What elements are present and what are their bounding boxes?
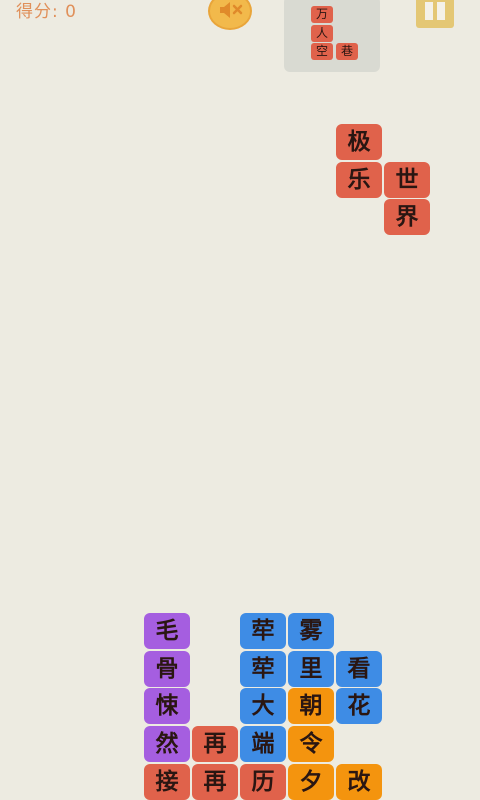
stack-block: 荦 — [240, 651, 286, 687]
stack-block: 夕 — [288, 764, 334, 800]
stack-block: 再 — [192, 726, 238, 762]
stack-block: 再 — [192, 764, 238, 800]
stack-block: 骨 — [144, 651, 190, 687]
stack-block: 朝 — [288, 688, 334, 724]
stack-block: 令 — [288, 726, 334, 762]
stack-block: 雾 — [288, 613, 334, 649]
stack-block: 花 — [336, 688, 382, 724]
stack-block: 悚 — [144, 688, 190, 724]
stack-block: 看 — [336, 651, 382, 687]
score-value: 0 — [65, 2, 77, 22]
next-piece-block: 人 — [311, 25, 333, 42]
next-piece-block: 空 — [311, 43, 333, 60]
next-piece-block: 万 — [311, 6, 333, 23]
stack-block: 大 — [240, 688, 286, 724]
stack-block: 改 — [336, 764, 382, 800]
speaker-muted-icon — [220, 2, 243, 18]
stack-block: 毛 — [144, 613, 190, 649]
mute-button[interactable] — [208, 0, 252, 30]
score-label: 得分: — [16, 2, 59, 22]
score-display: 得分: 0 — [16, 0, 77, 22]
stack-block: 里 — [288, 651, 334, 687]
stack-block: 历 — [240, 764, 286, 800]
falling-piece-block: 界 — [384, 199, 430, 235]
stack-block: 荦 — [240, 613, 286, 649]
next-piece-preview: 万 人 空 巷 — [284, 0, 380, 72]
stack-block: 端 — [240, 726, 286, 762]
next-piece-block: 巷 — [336, 43, 358, 60]
stack-block: 接 — [144, 764, 190, 800]
falling-piece-block: 世 — [384, 162, 430, 198]
stack-block: 然 — [144, 726, 190, 762]
falling-piece-block: 乐 — [336, 162, 382, 198]
pause-button[interactable] — [416, 0, 454, 28]
falling-piece-block: 极 — [336, 124, 382, 160]
